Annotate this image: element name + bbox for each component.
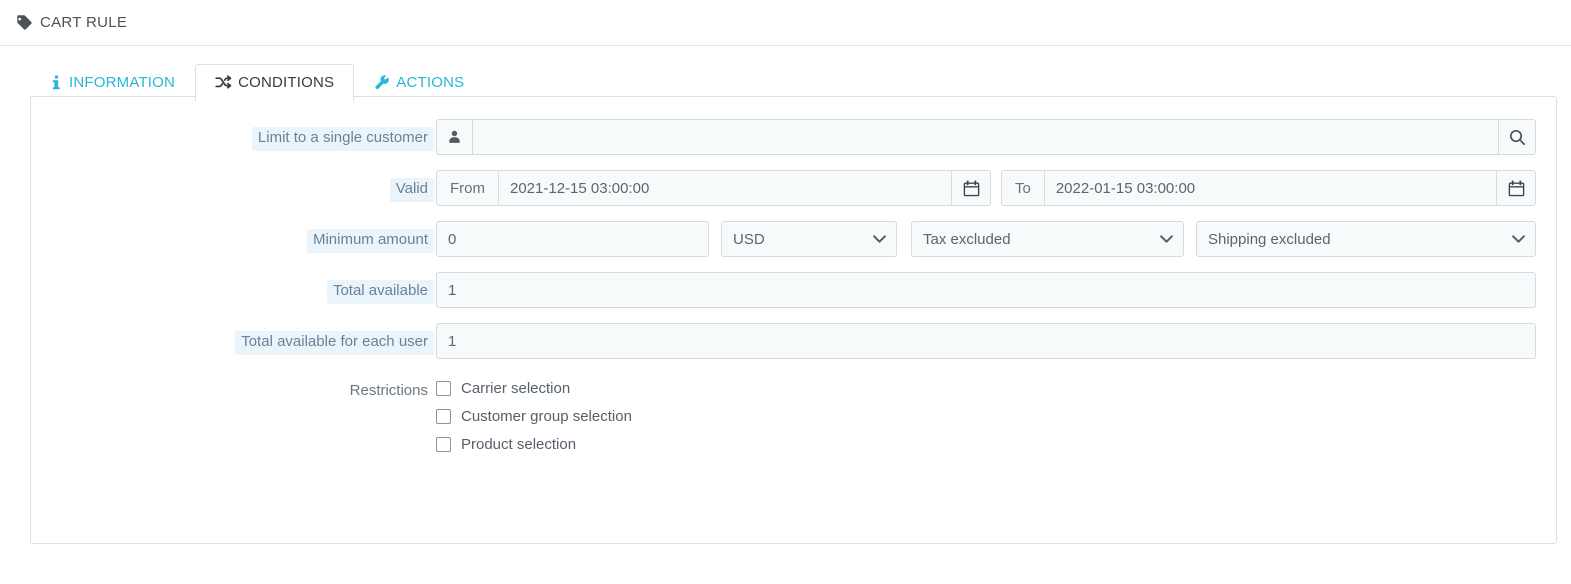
total-available-each-user-input[interactable] <box>436 323 1536 359</box>
page-title: CART RULE <box>40 14 128 31</box>
price-tag-icon <box>16 14 33 31</box>
checkbox-box-carrier[interactable] <box>436 381 451 396</box>
restrictions-label: Restrictions <box>349 382 428 399</box>
shipping-select-wrap: Shipping excluded <box>1196 221 1536 257</box>
wrench-icon <box>374 75 390 90</box>
shipping-select[interactable]: Shipping excluded <box>1196 221 1536 257</box>
valid-from-group: From <box>436 170 991 206</box>
minimum-amount-input[interactable] <box>436 221 709 257</box>
shuffle-icon <box>215 75 232 90</box>
customer-search-group <box>436 119 1536 155</box>
total-available-each-user-label: Total available for each user <box>235 331 434 355</box>
limit-customer-label-col: Limit to a single customer <box>31 119 434 151</box>
total-available-each-user-label-col: Total available for each user <box>31 323 434 355</box>
calendar-icon-to[interactable] <box>1496 170 1536 206</box>
valid-to-group: To <box>1001 170 1536 206</box>
cart-rule-page: CART RULE INFORMATION CONDITIONS ACTIONS… <box>0 0 1571 584</box>
panel-header: CART RULE <box>0 0 1571 46</box>
tax-select-wrap: Tax excluded <box>911 221 1184 257</box>
minimum-amount-label-col: Minimum amount <box>31 221 434 253</box>
tab-information-label: INFORMATION <box>69 74 176 91</box>
tab-list: INFORMATION CONDITIONS ACTIONS <box>30 64 1571 102</box>
form-row-total-available-each-user: Total available for each user <box>31 323 1556 359</box>
tab-actions[interactable]: ACTIONS <box>354 64 484 101</box>
total-available-control <box>434 272 1536 308</box>
total-available-label: Total available <box>326 280 434 304</box>
tab-information[interactable]: INFORMATION <box>30 64 195 101</box>
valid-to-prefix: To <box>1001 170 1044 206</box>
form-row-restrictions: Restrictions Carrier selection Customer … <box>31 374 1556 452</box>
minimum-amount-control: USD Tax excluded <box>434 221 1536 257</box>
info-icon <box>50 75 63 90</box>
tab-actions-label: ACTIONS <box>396 74 465 91</box>
limit-customer-label: Limit to a single customer <box>251 127 434 151</box>
calendar-icon-from[interactable] <box>951 170 991 206</box>
checkbox-label-carrier: Carrier selection <box>461 380 571 397</box>
checkbox-carrier-selection[interactable]: Carrier selection <box>436 381 632 396</box>
search-icon[interactable] <box>1498 119 1536 155</box>
customer-search-input[interactable] <box>472 119 1498 155</box>
total-available-input[interactable] <box>436 272 1536 308</box>
total-available-label-col: Total available <box>31 272 434 304</box>
tab-conditions[interactable]: CONDITIONS <box>195 64 355 102</box>
form-row-minimum-amount: Minimum amount USD <box>31 221 1556 257</box>
valid-from-prefix: From <box>436 170 498 206</box>
total-available-each-user-control <box>434 323 1536 359</box>
valid-label: Valid <box>389 178 434 202</box>
checkbox-product-selection[interactable]: Product selection <box>436 437 632 452</box>
conditions-form-panel: Limit to a single customer Valid From 20… <box>30 96 1557 544</box>
valid-label-col: Valid <box>31 170 434 202</box>
user-icon <box>436 119 472 155</box>
form-row-total-available: Total available <box>31 272 1556 308</box>
limit-customer-control <box>434 119 1536 155</box>
restrictions-label-col: Restrictions <box>31 374 434 404</box>
form-row-valid: Valid From To <box>31 170 1556 206</box>
checkbox-box-customer-group[interactable] <box>436 409 451 424</box>
minimum-amount-label: Minimum amount <box>306 229 434 253</box>
tax-select[interactable]: Tax excluded <box>911 221 1184 257</box>
checkbox-box-product[interactable] <box>436 437 451 452</box>
restrictions-control: Carrier selection Customer group selecti… <box>434 374 1536 452</box>
minimum-amount-input-wrap <box>436 221 709 257</box>
valid-to-input[interactable] <box>1043 170 1496 206</box>
restrictions-checkbox-list: Carrier selection Customer group selecti… <box>436 374 632 452</box>
form-row-limit-customer: Limit to a single customer <box>31 119 1556 155</box>
checkbox-label-product: Product selection <box>461 436 577 453</box>
valid-control: From To <box>434 170 1536 206</box>
currency-select[interactable]: USD <box>721 221 897 257</box>
checkbox-customer-group-selection[interactable]: Customer group selection <box>436 409 632 424</box>
currency-select-wrap: USD <box>721 221 897 257</box>
checkbox-label-customer-group: Customer group selection <box>461 408 632 425</box>
valid-from-input[interactable] <box>498 170 951 206</box>
tab-conditions-label: CONDITIONS <box>238 74 335 91</box>
tabs-bar: INFORMATION CONDITIONS ACTIONS <box>0 46 1571 102</box>
